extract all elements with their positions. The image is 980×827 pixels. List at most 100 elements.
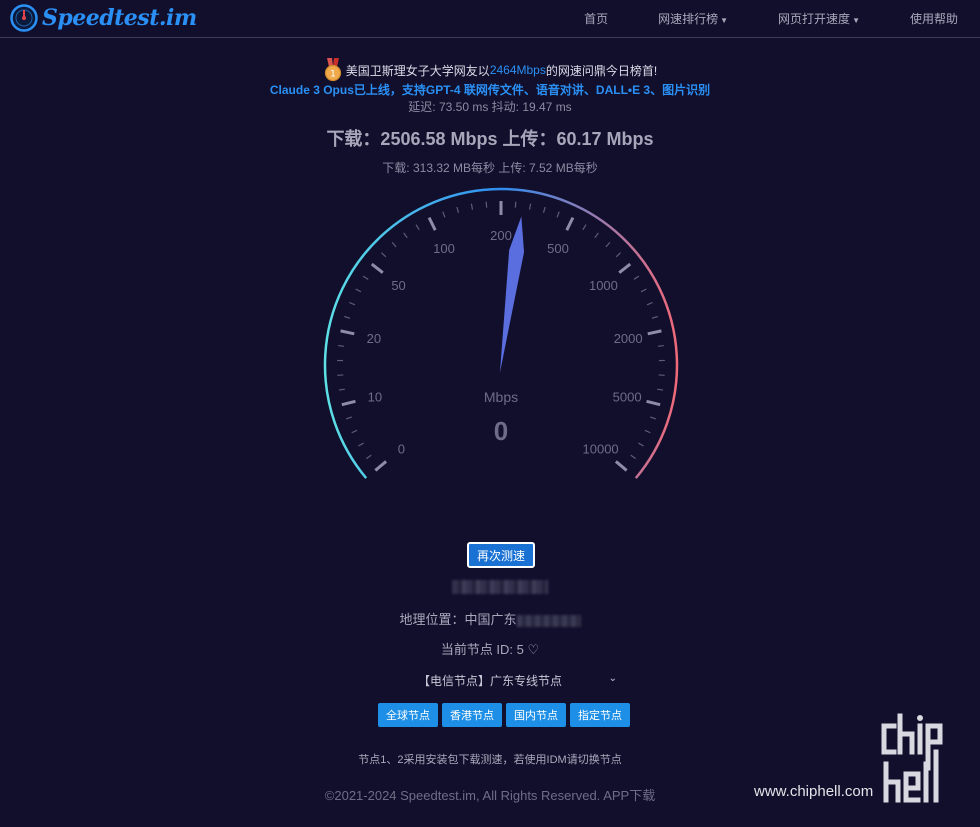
gauge-minor-tick xyxy=(351,429,358,434)
gauge-minor-tick xyxy=(542,206,546,213)
gauge-minor-tick xyxy=(470,203,474,210)
gauge-minor-tick xyxy=(651,315,658,319)
global-nodes-button[interactable]: 全球节点 xyxy=(378,703,438,727)
gauge-major-tick xyxy=(647,329,662,336)
gauge-major-tick xyxy=(340,329,355,336)
nav-speed-ranking[interactable]: 网速排行榜 ▼ xyxy=(633,10,728,27)
gauge-minor-tick xyxy=(391,241,397,248)
domestic-nodes-button[interactable]: 国内节点 xyxy=(506,703,566,727)
gauge-minor-tick xyxy=(403,232,408,239)
gauge-label: 10000 xyxy=(583,442,619,457)
gauge-minor-tick xyxy=(456,206,460,213)
announcement-highlight: 2464Mbps xyxy=(489,63,546,77)
gauge-minor-tick xyxy=(514,201,517,208)
gauge-label: 100 xyxy=(433,241,455,256)
gauge-minor-tick xyxy=(657,344,664,347)
gauge-minor-tick xyxy=(365,454,372,460)
gauge-unit: Mbps xyxy=(484,389,518,405)
gauge-minor-tick xyxy=(338,388,345,391)
gauge-label: 200 xyxy=(490,228,512,243)
gauge-minor-tick xyxy=(485,201,488,208)
medal-icon: 1 xyxy=(324,58,341,82)
gauge-minor-tick xyxy=(355,288,362,293)
announcement-prefix: 美国卫斯理女子大学网友以 xyxy=(345,63,490,78)
gauge-major-tick xyxy=(374,460,388,472)
gauge-minor-tick xyxy=(630,454,637,460)
main-nav: 首页 网速排行榜 ▼ 网页打开速度 ▼ 使用帮助 xyxy=(534,10,958,27)
ip-address-redacted xyxy=(452,580,548,594)
gauge-minor-tick xyxy=(381,252,387,258)
brand-name: Speedtest.im xyxy=(42,5,197,31)
caret-down-icon: ▼ xyxy=(852,16,860,25)
gauge-minor-tick xyxy=(650,416,657,420)
speed-gauge: 0 10 20 50 100 200 500 1000 2000 5000 10000 Mbps 0 xyxy=(323,187,679,479)
gauge-minor-tick xyxy=(345,416,352,420)
gauge-label: 0 xyxy=(398,442,405,457)
retest-button[interactable]: 再次测速 xyxy=(467,542,535,568)
gauge-label: 10 xyxy=(368,389,382,404)
watermark-site: www.chiphell.com xyxy=(754,783,874,800)
gauge-minor-tick xyxy=(442,211,446,218)
gauge-label: 500 xyxy=(547,241,569,256)
gauge-label: 1000 xyxy=(589,278,618,293)
announcement: 1 美国卫斯理女子大学网友以 2464Mbps 的网速问鼎今日榜首! xyxy=(0,58,980,82)
geo-location: 地理位置：中国广东 xyxy=(0,609,980,628)
gauge-major-tick xyxy=(565,216,575,231)
gauge-major-tick xyxy=(341,399,356,407)
gauge-label: 2000 xyxy=(614,331,643,346)
speed-result: 下载：2506.58 Mbps 上传：60.17 Mbps xyxy=(326,129,654,149)
gauge-minor-tick xyxy=(358,442,364,447)
top-navbar: Speedtest.im 首页 网速排行榜 ▼ 网页打开速度 ▼ 使用帮助 xyxy=(0,0,980,38)
gauge-major-tick xyxy=(618,262,632,274)
gauge-minor-tick xyxy=(644,429,651,434)
gauge-minor-tick xyxy=(638,442,644,447)
gauge-value: 0 xyxy=(494,416,508,446)
location-redacted xyxy=(516,614,581,627)
gauge-minor-tick xyxy=(615,252,621,258)
nav-home[interactable]: 首页 xyxy=(559,10,608,27)
node-select-value: 【电信节点】广东专线节点 xyxy=(418,673,563,688)
chevron-down-icon: ⌄ xyxy=(608,673,617,684)
gauge-major-tick xyxy=(614,460,628,472)
node-filter-buttons: 全球节点 香港节点 国内节点 指定节点 xyxy=(378,703,634,727)
gauge-minor-tick xyxy=(349,301,356,306)
gauge-major-tick xyxy=(646,399,661,407)
gauge-minor-tick xyxy=(582,224,587,231)
brand[interactable]: Speedtest.im xyxy=(10,2,197,34)
gauge-minor-tick xyxy=(362,275,369,280)
gauge-minor-tick xyxy=(646,301,653,306)
copyright: ©2021-2024 Speedtest.im, All Rights Rese… xyxy=(324,788,601,803)
chiphell-watermark-logo-icon xyxy=(881,713,943,803)
gauge-major-tick xyxy=(427,216,437,231)
current-node: 当前节点 ID: 5 ♡ xyxy=(440,642,540,657)
svg-text:1: 1 xyxy=(330,70,336,80)
gauge-minor-tick xyxy=(338,344,345,347)
gauge-minor-tick xyxy=(344,315,351,319)
node-tip: 节点1、2采用安装包下载测速，若使用IDM请切换节点 xyxy=(358,754,622,766)
gauge-minor-tick xyxy=(556,211,560,218)
gauge-label: 20 xyxy=(367,331,381,346)
gauge-minor-tick xyxy=(657,388,664,391)
gauge-minor-tick xyxy=(605,241,611,248)
app-download-link[interactable]: APP下载 xyxy=(603,788,655,803)
caret-down-icon: ▼ xyxy=(720,16,729,25)
gauge-label: 50 xyxy=(391,278,405,293)
gauge-minor-tick xyxy=(528,203,532,210)
heart-icon[interactable]: ♡ xyxy=(528,642,540,657)
hongkong-nodes-button[interactable]: 香港节点 xyxy=(442,703,502,727)
gauge-label: 5000 xyxy=(613,389,642,404)
gauge-minor-tick xyxy=(640,288,647,293)
announcement-suffix: 的网速问鼎今日榜首! xyxy=(545,63,658,78)
gauge-minor-tick xyxy=(594,232,599,239)
specified-nodes-button[interactable]: 指定节点 xyxy=(570,703,630,727)
gauge-minor-tick xyxy=(633,275,640,280)
nav-help[interactable]: 使用帮助 xyxy=(885,10,958,27)
nav-page-speed[interactable]: 网页打开速度 ▼ xyxy=(753,10,860,27)
gauge-minor-tick xyxy=(415,224,420,231)
promo-link[interactable]: Claude 3 Opus已上线，支持GPT-4 联网传文件、语音对讲、DALL… xyxy=(0,81,980,98)
speed-result-mb: 下载: 313.32 MB每秒 上传: 7.52 MB每秒 xyxy=(382,161,598,175)
latency-jitter: 延迟: 73.50 ms 抖动: 19.47 ms xyxy=(408,100,572,114)
node-select[interactable]: 【电信节点】广东专线节点 ⌄ xyxy=(418,669,623,691)
speedometer-logo-icon xyxy=(10,4,38,32)
gauge-major-tick xyxy=(370,262,384,274)
